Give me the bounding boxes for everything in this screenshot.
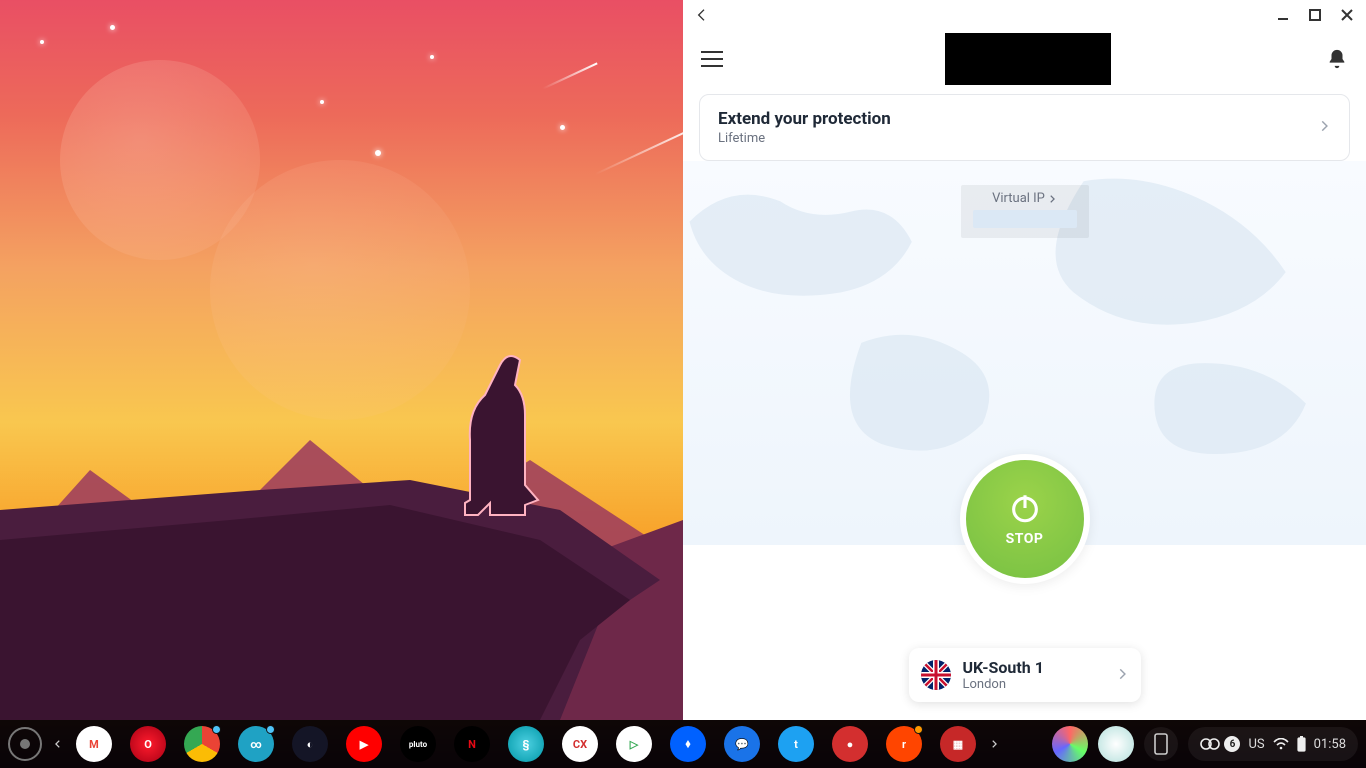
chevron-right-icon bbox=[1047, 194, 1057, 204]
server-city: London bbox=[963, 677, 1044, 692]
app-seahorse[interactable]: § bbox=[508, 726, 544, 762]
status-tray[interactable]: 6 US 01:58 bbox=[1188, 727, 1358, 761]
chevron-right-icon bbox=[1115, 666, 1129, 685]
app-youtube[interactable]: ▶ bbox=[346, 726, 382, 762]
app-messages[interactable]: 💬 bbox=[724, 726, 760, 762]
notifications-icon[interactable] bbox=[1326, 48, 1348, 70]
chevron-right-icon bbox=[1317, 118, 1331, 137]
shelf-scroll-left[interactable] bbox=[46, 727, 70, 761]
app-opera[interactable]: O bbox=[130, 726, 166, 762]
app-speedtest[interactable]: ◐ bbox=[292, 726, 328, 762]
server-name: UK-South 1 bbox=[963, 658, 1044, 677]
shelf-apps: MO ∞ ◐ ▶ pluto N § CX ▷ ⬧ 💬 t ● r ▦ bbox=[76, 726, 976, 762]
chromeos-shelf: MO ∞ ◐ ▶ pluto N § CX ▷ ⬧ 💬 t ● r ▦ 6 US 01:58 bbox=[0, 720, 1366, 768]
clock: 01:58 bbox=[1314, 737, 1346, 752]
launcher-button[interactable] bbox=[8, 727, 42, 761]
app-chrome[interactable] bbox=[184, 726, 220, 762]
minimize-button[interactable] bbox=[1270, 2, 1296, 28]
app-reddit[interactable]: r bbox=[886, 726, 922, 762]
app-gmail[interactable]: M bbox=[76, 726, 112, 762]
promo-title: Extend your protection bbox=[718, 109, 891, 129]
flag-uk-icon bbox=[921, 660, 951, 690]
app-play-store[interactable]: ▷ bbox=[616, 726, 652, 762]
power-button-wrapper: STOP bbox=[960, 454, 1090, 584]
shelf-status-area: 6 US 01:58 bbox=[1052, 726, 1358, 762]
app-twitter[interactable]: t bbox=[778, 726, 814, 762]
power-label: STOP bbox=[1006, 531, 1044, 547]
virtual-ip-label: Virtual IP bbox=[992, 191, 1045, 206]
server-selector[interactable]: UK-South 1 London bbox=[909, 648, 1141, 702]
app-cx[interactable]: CX bbox=[562, 726, 598, 762]
shelf-scroll-right[interactable] bbox=[982, 727, 1006, 761]
power-icon bbox=[1008, 491, 1042, 525]
vpn-app-window: Extend your protection Lifetime Virtual … bbox=[683, 0, 1366, 720]
pwa-icon[interactable] bbox=[1098, 726, 1134, 762]
connection-controls: STOP UK-South 1 London bbox=[683, 545, 1366, 720]
back-button[interactable] bbox=[689, 2, 715, 28]
app-pluto-tv[interactable]: pluto bbox=[400, 726, 436, 762]
app-dropbox[interactable]: ⬧ bbox=[670, 726, 706, 762]
status-count-badge: 6 bbox=[1224, 736, 1240, 752]
maximize-button[interactable] bbox=[1302, 2, 1328, 28]
app-logo bbox=[945, 33, 1111, 85]
battery-icon bbox=[1297, 736, 1306, 752]
extend-protection-card[interactable]: Extend your protection Lifetime bbox=[699, 94, 1350, 161]
close-button[interactable] bbox=[1334, 2, 1360, 28]
app-netflix[interactable]: N bbox=[454, 726, 490, 762]
app-header bbox=[683, 30, 1366, 88]
wifi-icon bbox=[1273, 738, 1289, 750]
app-red-square[interactable]: ▦ bbox=[940, 726, 976, 762]
stop-button[interactable]: STOP bbox=[966, 460, 1084, 578]
tote-app-icon[interactable] bbox=[1052, 726, 1088, 762]
promo-subtitle: Lifetime bbox=[718, 131, 891, 146]
virtual-ip-badge[interactable]: Virtual IP bbox=[961, 185, 1089, 238]
window-titlebar bbox=[683, 0, 1366, 30]
app-vpn-app[interactable]: ∞ bbox=[238, 726, 274, 762]
keyboard-layout: US bbox=[1248, 737, 1264, 752]
app-red-app[interactable]: ● bbox=[832, 726, 868, 762]
virtual-ip-value-redacted bbox=[973, 210, 1077, 228]
vpn-status-icon: 6 bbox=[1200, 736, 1240, 752]
menu-icon[interactable] bbox=[701, 45, 729, 73]
phone-hub-icon[interactable] bbox=[1144, 727, 1178, 761]
